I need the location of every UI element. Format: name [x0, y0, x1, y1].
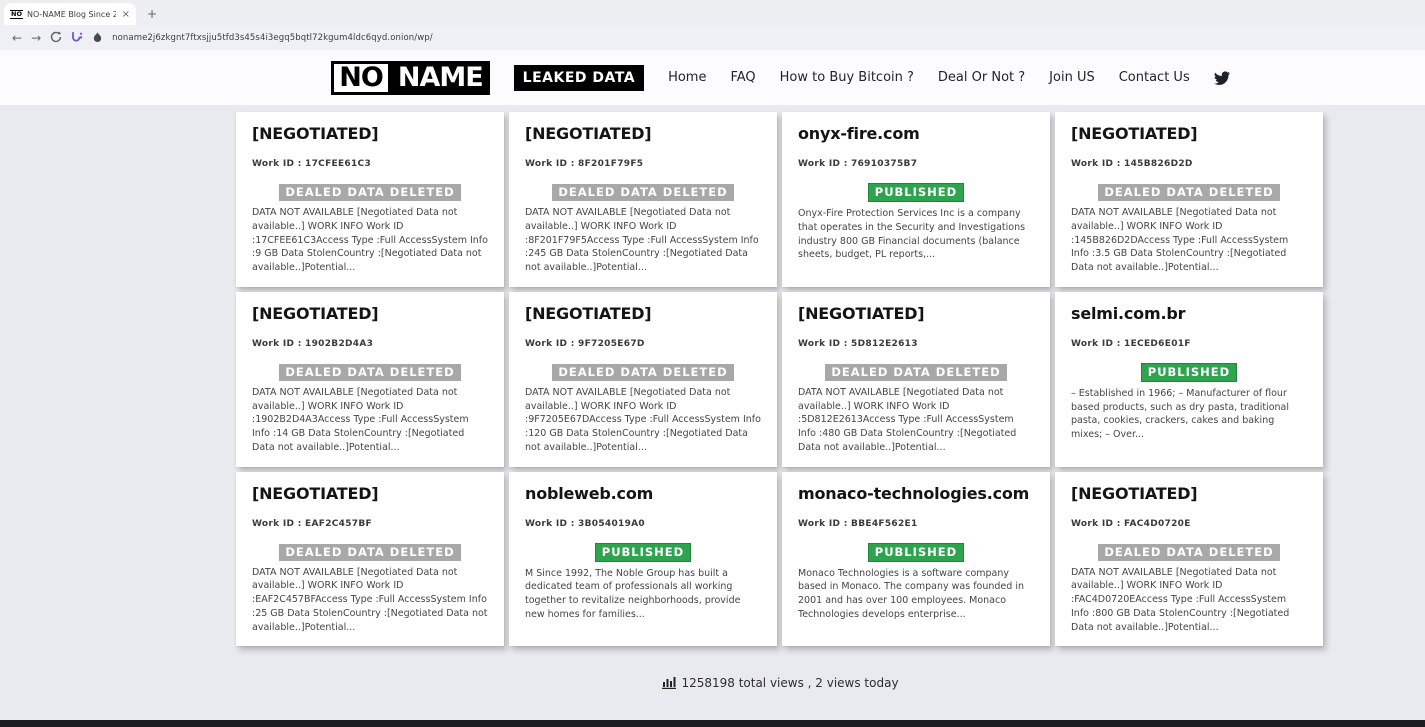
card-description: Monaco Technologies is a software compan… [798, 567, 1034, 622]
status-badge: DEALED DATA DELETED [552, 364, 733, 381]
card-title[interactable]: nobleweb.com [525, 484, 761, 503]
views-counter: 1258198 total views , 2 views today [236, 676, 1325, 690]
status-badge: DEALED DATA DELETED [825, 364, 1006, 381]
leak-card[interactable]: [NEGOTIATED] Work ID : 17CFEE61C3 DEALED… [236, 112, 504, 287]
leak-card[interactable]: [NEGOTIATED] Work ID : FAC4D0720E DEALED… [1055, 472, 1323, 647]
cards-grid: [NEGOTIATED] Work ID : 17CFEE61C3 DEALED… [236, 112, 1325, 646]
card-description: – Established in 1966; – Manufacturer of… [1071, 387, 1307, 442]
nav-how-to-buy-bitcoin[interactable]: How to Buy Bitcoin ? [780, 70, 914, 85]
card-description: DATA NOT AVAILABLE [Negotiated Data not … [252, 566, 488, 635]
back-icon[interactable]: ← [12, 32, 22, 44]
card-description: DATA NOT AVAILABLE [Negotiated Data not … [525, 206, 761, 275]
site-header: NO NAME LEAKED DATA Home FAQ How to Buy … [0, 50, 1425, 105]
nav-join-us[interactable]: Join US [1049, 70, 1095, 85]
leak-card[interactable]: onyx-fire.com Work ID : 76910375B7 PUBLI… [782, 112, 1050, 287]
nav-faq[interactable]: FAQ [730, 70, 755, 85]
card-description: DATA NOT AVAILABLE [Negotiated Data not … [798, 386, 1034, 455]
status-badge: PUBLISHED [868, 183, 964, 202]
card-title[interactable]: [NEGOTIATED] [525, 124, 761, 143]
card-description: DATA NOT AVAILABLE [Negotiated Data not … [1071, 566, 1307, 635]
leak-card[interactable]: selmi.com.br Work ID : 1ECED6E01F PUBLIS… [1055, 292, 1323, 467]
status-badge: PUBLISHED [1141, 363, 1237, 382]
work-id: Work ID : 145B826D2D [1071, 159, 1307, 169]
forward-icon[interactable]: → [31, 32, 41, 44]
status-badge: PUBLISHED [868, 543, 964, 562]
card-title[interactable]: [NEGOTIATED] [525, 304, 761, 323]
card-title[interactable]: [NEGOTIATED] [252, 124, 488, 143]
card-description: Onyx-Fire Protection Services Inc is a c… [798, 207, 1034, 262]
work-id: Work ID : 1ECED6E01F [1071, 339, 1307, 349]
card-title[interactable]: onyx-fire.com [798, 124, 1034, 143]
work-id: Work ID : 1902B2D4A3 [252, 339, 488, 349]
reload-icon[interactable] [50, 31, 62, 45]
leaked-data-badge: LEAKED DATA [514, 65, 644, 91]
views-text: 1258198 total views , 2 views today [681, 676, 898, 690]
card-title[interactable]: [NEGOTIATED] [1071, 484, 1307, 503]
work-id: Work ID : BBE4F562E1 [798, 519, 1034, 529]
extension-icon[interactable] [71, 28, 83, 47]
card-description: DATA NOT AVAILABLE [Negotiated Data not … [525, 386, 761, 455]
url-bar[interactable]: noname2j6zkgnt7ftxsjju5tfd3s45s4i3egq5bq… [112, 33, 433, 43]
leak-card[interactable]: nobleweb.com Work ID : 3B054019A0 PUBLIS… [509, 472, 777, 647]
browser-tab[interactable]: NO NO-NAME Blog Since 2020 – 20 × [4, 3, 136, 25]
leak-card[interactable]: [NEGOTIATED] Work ID : 5D812E2613 DEALED… [782, 292, 1050, 467]
main-nav: Home FAQ How to Buy Bitcoin ? Deal Or No… [668, 70, 1230, 85]
card-description: DATA NOT AVAILABLE [Negotiated Data not … [252, 206, 488, 275]
work-id: Work ID : 17CFEE61C3 [252, 159, 488, 169]
card-title[interactable]: monaco-technologies.com [798, 484, 1034, 503]
card-title[interactable]: [NEGOTIATED] [798, 304, 1034, 323]
status-badge: DEALED DATA DELETED [552, 184, 733, 201]
site-logo[interactable]: NO NAME [331, 61, 489, 95]
status-badge: DEALED DATA DELETED [279, 184, 460, 201]
work-id: Work ID : 8F201F79F5 [525, 159, 761, 169]
work-id: Work ID : FAC4D0720E [1071, 519, 1307, 529]
work-id: Work ID : 76910375B7 [798, 159, 1034, 169]
card-description: DATA NOT AVAILABLE [Negotiated Data not … [1071, 206, 1307, 275]
leak-card[interactable]: [NEGOTIATED] Work ID : 9F7205E67D DEALED… [509, 292, 777, 467]
nav-contact-us[interactable]: Contact Us [1119, 70, 1190, 85]
onion-icon[interactable] [92, 28, 103, 47]
nav-home[interactable]: Home [668, 70, 706, 85]
tab-title: NO-NAME Blog Since 2020 – 20 [27, 10, 116, 19]
site-footer: OUR TOR LINKS Http://Noname2j6zkgnt7ftxs… [0, 720, 1425, 727]
logo-no: NO [331, 61, 391, 95]
site-favicon: NO [10, 10, 23, 19]
status-badge: DEALED DATA DELETED [279, 544, 460, 561]
status-badge: DEALED DATA DELETED [1098, 184, 1279, 201]
bar-chart-icon [662, 676, 677, 689]
card-description: DATA NOT AVAILABLE [Negotiated Data not … [252, 386, 488, 455]
card-title[interactable]: [NEGOTIATED] [1071, 124, 1307, 143]
leak-card[interactable]: [NEGOTIATED] Work ID : 8F201F79F5 DEALED… [509, 112, 777, 287]
browser-tab-bar: NO NO-NAME Blog Since 2020 – 20 × + [0, 0, 1425, 25]
status-badge: DEALED DATA DELETED [279, 364, 460, 381]
leak-card[interactable]: [NEGOTIATED] Work ID : EAF2C457BF DEALED… [236, 472, 504, 647]
main-content: [NEGOTIATED] Work ID : 17CFEE61C3 DEALED… [0, 105, 1425, 690]
work-id: Work ID : 9F7205E67D [525, 339, 761, 349]
card-title[interactable]: [NEGOTIATED] [252, 484, 488, 503]
leak-card[interactable]: [NEGOTIATED] Work ID : 145B826D2D DEALED… [1055, 112, 1323, 287]
browser-toolbar: ← → noname2j6zkgnt7ftxsjju5tfd3s45s4i3eg… [0, 25, 1425, 50]
card-title[interactable]: selmi.com.br [1071, 304, 1307, 323]
work-id: Work ID : 5D812E2613 [798, 339, 1034, 349]
new-tab-button[interactable]: + [142, 4, 162, 24]
logo-name: NAME [391, 61, 490, 95]
nav-deal-or-not[interactable]: Deal Or Not ? [938, 70, 1025, 85]
card-title[interactable]: [NEGOTIATED] [252, 304, 488, 323]
leak-card[interactable]: [NEGOTIATED] Work ID : 1902B2D4A3 DEALED… [236, 292, 504, 467]
leak-card[interactable]: monaco-technologies.com Work ID : BBE4F5… [782, 472, 1050, 647]
tab-close-icon[interactable]: × [122, 9, 130, 20]
status-badge: PUBLISHED [595, 543, 691, 562]
work-id: Work ID : EAF2C457BF [252, 519, 488, 529]
status-badge: DEALED DATA DELETED [1098, 544, 1279, 561]
twitter-icon[interactable] [1214, 71, 1230, 85]
card-description: M Since 1992, The Noble Group has built … [525, 567, 761, 622]
work-id: Work ID : 3B054019A0 [525, 519, 761, 529]
